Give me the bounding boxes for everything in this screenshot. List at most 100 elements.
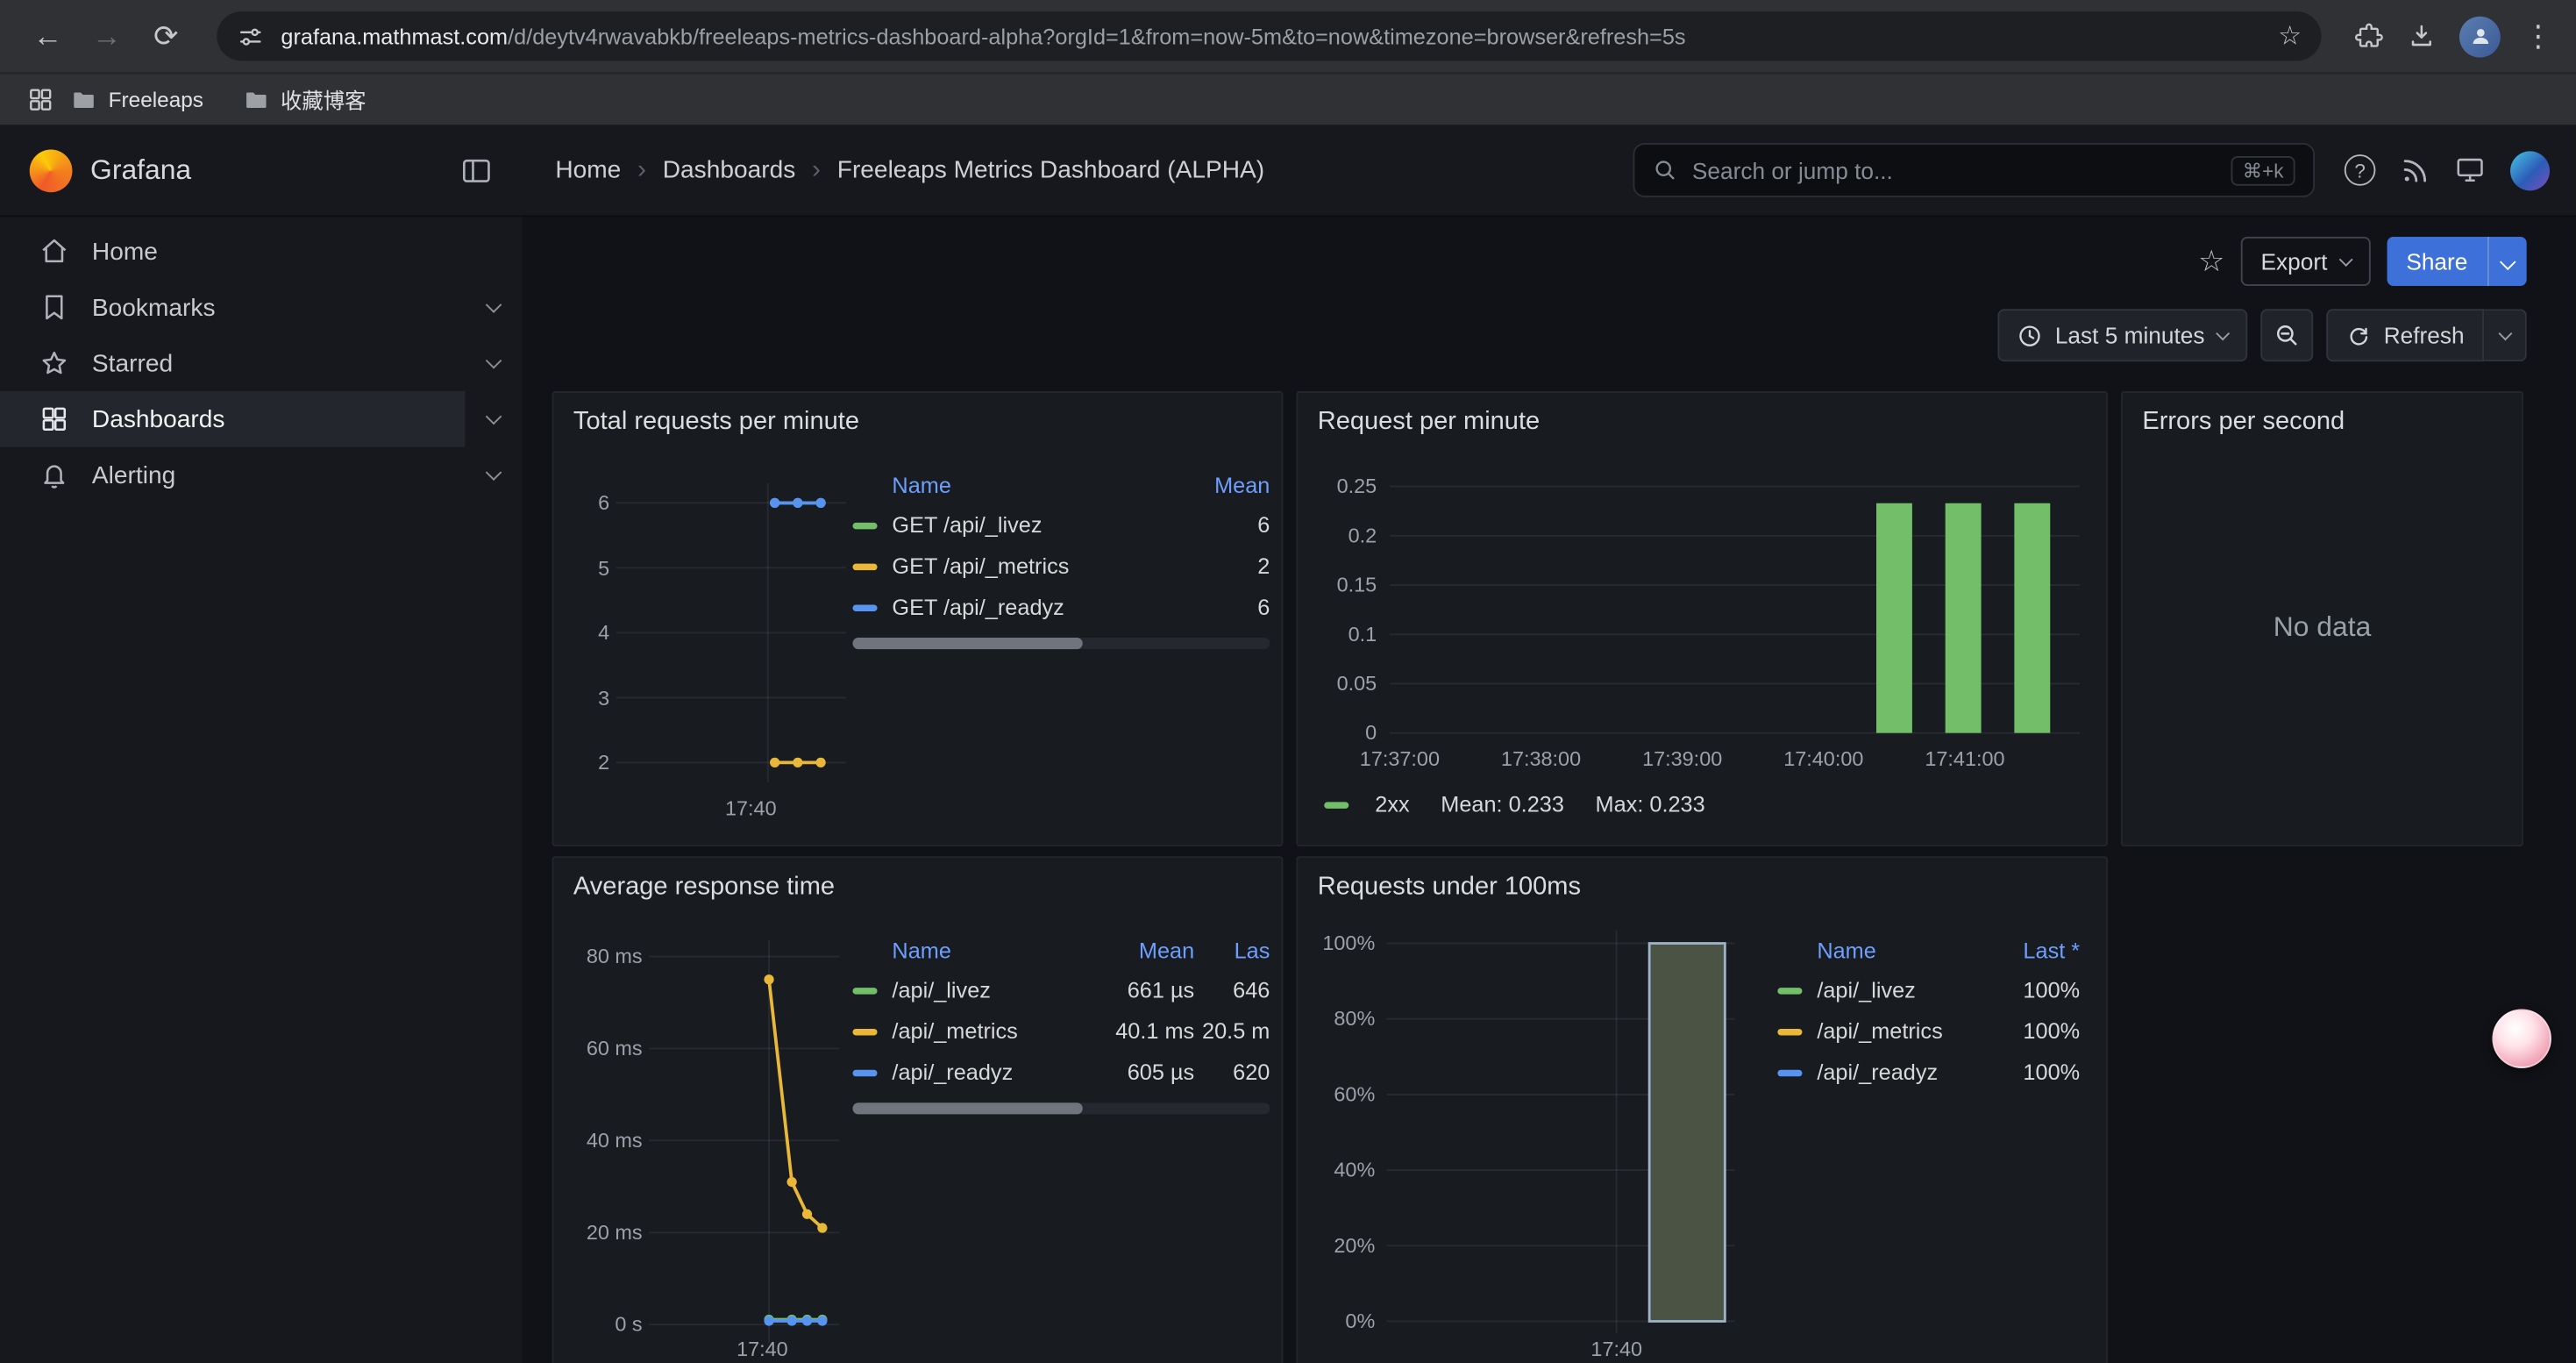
legend-header-name[interactable]: Name [892, 938, 1092, 962]
series-name[interactable]: /api/_livez [1817, 978, 2004, 1003]
y-axis-tick: 4 [598, 621, 609, 644]
y-axis-tick: 20% [1334, 1234, 1375, 1257]
help-icon[interactable]: ? [2345, 154, 2376, 186]
sidebar-item-starred[interactable]: Starred [0, 335, 523, 391]
panel-request-per-minute: Request per minute 0.250.20.150.10.050 1… [1296, 391, 2108, 846]
panel-title[interactable]: Request per minute [1318, 408, 1540, 438]
monitor-icon[interactable] [2454, 154, 2486, 186]
series-name[interactable]: /api/_metrics [1817, 1019, 2004, 1044]
panel-title[interactable]: Requests under 100ms [1318, 873, 1581, 903]
legend-table: Name Mean Las /api/_livez 661 µs 646 /ap… [852, 931, 1270, 1115]
legend-scrollbar[interactable] [852, 638, 1270, 649]
browser-toolbar: ← → ⟳ grafana.mathmast.com/d/deytv4rwava… [0, 0, 2576, 72]
share-button[interactable]: Share [2387, 237, 2487, 286]
news-rss-icon[interactable] [2401, 155, 2430, 185]
favorite-star-icon[interactable]: ☆ [2198, 244, 2224, 278]
scrollbar-thumb[interactable] [852, 1103, 1082, 1114]
requests-bar-chart[interactable] [1390, 475, 2080, 739]
sidebar-item-bookmarks[interactable]: Bookmarks [0, 280, 523, 336]
bookmark-label: 收藏博客 [281, 84, 366, 116]
series-name[interactable]: /api/_metrics [892, 1019, 1092, 1044]
series-last: 100% [2004, 1019, 2080, 1044]
chevron-down-icon[interactable] [486, 352, 502, 368]
series-name[interactable]: /api/_livez [892, 978, 1092, 1003]
search-input[interactable]: Search or jump to... ⌘+k [1633, 143, 2315, 197]
apps-grid-icon[interactable] [26, 85, 54, 113]
legend-header-last[interactable]: Las [1194, 938, 1270, 962]
bookmarks-bar: Freeleaps 收藏博客 [0, 72, 2576, 125]
refresh-interval-button[interactable] [2484, 309, 2527, 361]
time-range-picker[interactable]: Last 5 minutes [1997, 309, 2247, 361]
breadcrumb-home[interactable]: Home [555, 156, 621, 184]
time-controls: Last 5 minutes Refresh [1997, 309, 2527, 361]
legend-row: /api/_livez 661 µs 646 [852, 969, 1270, 1010]
legend-header-last[interactable]: Last * [2004, 938, 2080, 962]
series-color-dash [1777, 987, 1802, 993]
back-icon[interactable]: ← [23, 11, 72, 61]
y-axis-tick: 0 s [615, 1313, 642, 1336]
export-button[interactable]: Export [2241, 237, 2370, 286]
profile-avatar[interactable] [2459, 16, 2501, 57]
total-requests-line-chart[interactable] [616, 483, 846, 782]
reload-icon[interactable]: ⟳ [141, 11, 190, 61]
x-axis-tick: 17:40:00 [1771, 748, 1876, 771]
sidebar-item-alerting[interactable]: Alerting [0, 447, 523, 503]
y-axis-tick: 20 ms [587, 1221, 643, 1244]
user-avatar[interactable] [2510, 150, 2550, 189]
sidebar-item-home[interactable]: Home [0, 224, 523, 280]
series-mean: 661 µs [1092, 978, 1194, 1003]
breadcrumb: Home › Dashboards › Freeleaps Metrics Da… [523, 155, 1264, 185]
sidebar-toggle-icon[interactable] [460, 153, 493, 186]
scrollbar-thumb[interactable] [852, 638, 1082, 649]
series-name[interactable]: /api/_readyz [892, 1060, 1092, 1085]
search-icon [1653, 158, 1677, 182]
zoom-out-button[interactable] [2260, 309, 2313, 361]
panel-title[interactable]: Average response time [573, 873, 835, 903]
legend-row: /api/_readyz 100% [1777, 1052, 2080, 1093]
series-last: 100% [2004, 978, 2080, 1003]
menu-kebab-icon[interactable]: ⋮ [2523, 11, 2553, 61]
legend-header-name[interactable]: Name [1817, 938, 2004, 962]
chevron-down-icon[interactable] [486, 408, 502, 425]
series-name[interactable]: GET /api/_readyz [892, 595, 1168, 619]
series-name[interactable]: /api/_readyz [1817, 1060, 2004, 1085]
download-icon[interactable] [2407, 21, 2437, 51]
breadcrumb-dashboards[interactable]: Dashboards [663, 156, 796, 184]
chevron-down-icon[interactable] [486, 296, 502, 312]
y-axis-tick: 0.05 [1337, 672, 1377, 695]
chevron-down-icon[interactable] [486, 463, 502, 480]
series-name[interactable]: 2xx [1375, 792, 1409, 817]
y-axis-tick: 0% [1345, 1309, 1375, 1332]
bookmark-item[interactable]: Freeleaps [71, 86, 203, 112]
y-axis: 80 ms60 ms40 ms20 ms0 s [566, 940, 642, 1343]
bookmark-star-icon[interactable]: ☆ [2278, 19, 2302, 52]
sidebar-item-label: Bookmarks [92, 293, 216, 321]
y-axis-tick: 80 ms [587, 945, 643, 967]
assistant-avatar-overlay[interactable] [2492, 1009, 2551, 1067]
extensions-icon[interactable] [2354, 21, 2384, 51]
sidebar-item-dashboards[interactable]: Dashboards [0, 391, 523, 447]
site-settings-icon[interactable] [237, 22, 265, 50]
series-name[interactable]: GET /api/_livez [892, 513, 1168, 538]
search-shortcut-hint: ⌘+k [2231, 155, 2295, 185]
panel-requests-under-100ms: Requests under 100ms 100%80%60%40%20%0% … [1296, 856, 2108, 1363]
x-axis-tick: 17:40 [720, 1338, 805, 1360]
panel-title[interactable]: Errors per second [2142, 408, 2345, 438]
legend-scrollbar[interactable] [852, 1103, 1270, 1114]
response-time-line-chart[interactable] [649, 940, 839, 1343]
panel-title[interactable]: Total requests per minute [573, 408, 859, 438]
legend-row: GET /api/_metrics 2 [852, 546, 1270, 587]
legend-header-mean[interactable]: Mean [1092, 938, 1194, 962]
legend-header-name[interactable]: Name [892, 473, 1168, 497]
forward-icon[interactable]: → [82, 11, 132, 61]
legend-header-mean[interactable]: Mean [1168, 473, 1270, 497]
share-options-button[interactable] [2487, 237, 2527, 286]
refresh-button[interactable]: Refresh [2326, 309, 2484, 361]
y-axis-tick: 0 [1365, 722, 1377, 745]
url-bar[interactable]: grafana.mathmast.com/d/deytv4rwavabkb/fr… [217, 11, 2321, 61]
bookmark-item[interactable]: 收藏博客 [243, 84, 366, 116]
grafana-logo[interactable] [30, 149, 73, 192]
under-100ms-bar-chart[interactable] [1386, 931, 1734, 1333]
series-name[interactable]: GET /api/_metrics [892, 553, 1168, 578]
legend-table: Name Mean GET /api/_livez 6 GET /api/_me… [852, 465, 1270, 649]
